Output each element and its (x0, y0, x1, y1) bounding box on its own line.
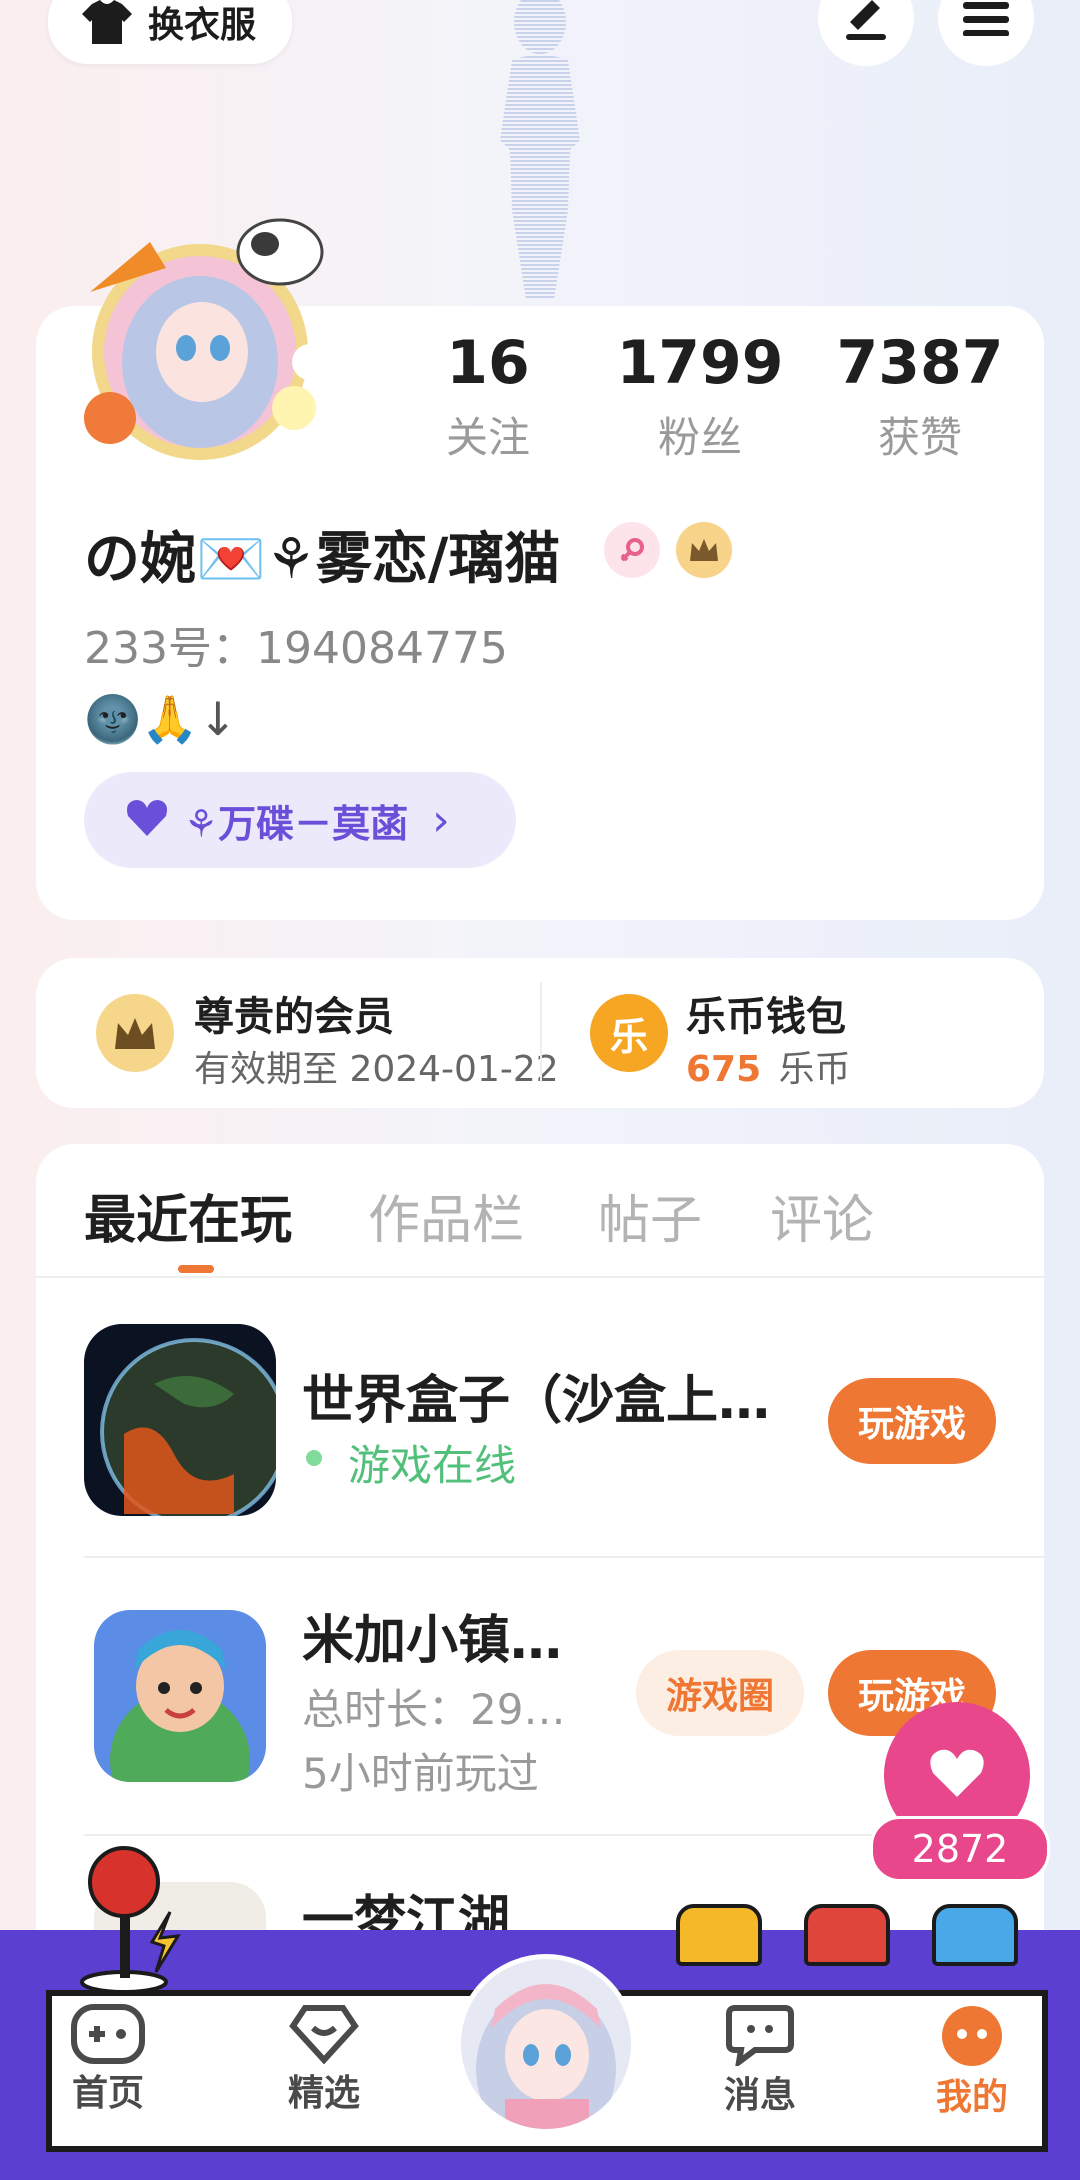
edit-button[interactable] (818, 0, 914, 66)
stat-followers-value[interactable]: 1799 (590, 328, 810, 398)
tab-comments[interactable]: 评论 (770, 1178, 874, 1253)
game-list-item[interactable]: 世界盒子（沙盒上… 游戏在线 玩游戏 (84, 1324, 1044, 1518)
nav-label-me: 我的 (935, 2077, 1008, 2118)
stat-likes-label: 获赞 (877, 413, 962, 462)
stat-following-value[interactable]: 16 (378, 328, 598, 398)
arcade-button-red-icon (804, 1904, 890, 1966)
game-circle-button[interactable]: 游戏圈 (636, 1650, 804, 1736)
game-icon-miga-town (94, 1610, 266, 1782)
wallet-section[interactable]: 乐 乐币钱包 675 乐币 (560, 958, 1040, 1108)
hamburger-menu-icon (963, 0, 1009, 40)
heart-icon (928, 1747, 986, 1803)
game-title: 米加小镇… (302, 1611, 563, 1671)
purple-heart-icon (124, 798, 170, 842)
stat-followers-label: 粉丝 (657, 413, 742, 462)
change-clothes-label: 换衣服 (148, 5, 257, 46)
heart-diamond-icon (254, 2004, 394, 2064)
vip-section[interactable]: 尊贵的会员 有效期至 2024-01-22 (36, 958, 559, 1108)
game-title: 世界盒子（沙盒上… (302, 1371, 771, 1431)
wallet-title: 乐币钱包 (686, 994, 846, 1040)
change-clothes-button[interactable]: 换衣服 (48, 0, 292, 64)
user-name: の婉💌⚘雾恋/璃猫 (84, 527, 561, 592)
section-divider (540, 982, 542, 1082)
female-badge-icon (604, 522, 660, 578)
arcade-joystick-icon (72, 1842, 182, 1994)
avatar-figure-silhouette (450, 0, 630, 300)
nav-item-featured[interactable]: 精选 (254, 2004, 394, 2116)
nav-label-home: 首页 (71, 2073, 144, 2114)
nav-label-featured: 精选 (287, 2073, 360, 2114)
nav-item-home[interactable]: 首页 (38, 2004, 178, 2116)
tabs-divider (36, 1276, 1044, 1278)
vip-expiry: 有效期至 2024-01-22 (194, 1049, 559, 1090)
game-duration: 总时长：29… (302, 1685, 566, 1734)
active-tab-indicator (178, 1265, 214, 1273)
game-last-played: 5小时前玩过 (302, 1749, 539, 1798)
tab-recent-play[interactable]: 最近在玩 (84, 1178, 292, 1253)
like-count-badge: 2872 (870, 1816, 1050, 1882)
fan-group-label: ⚘万碟－莫菡 (184, 801, 409, 846)
crown-badge-icon (676, 522, 732, 578)
profile-dots-icon (902, 2004, 1042, 2068)
nav-center-avatar[interactable] (456, 1954, 636, 2134)
crown-icon (96, 994, 174, 1072)
nav-label-messages: 消息 (723, 2075, 796, 2116)
user-bio: 🌚🙏↓ (84, 692, 238, 746)
chevron-right-icon: › (432, 794, 450, 846)
wallet-amount: 675 (686, 1049, 762, 1090)
list-divider (84, 1556, 1044, 1558)
wallet-balance: 675 乐币 (686, 1040, 851, 1092)
wallet-unit: 乐币 (778, 1049, 851, 1090)
play-game-button[interactable]: 玩游戏 (828, 1378, 996, 1464)
lebi-coin-text: 乐 (609, 1014, 648, 1059)
arcade-button-blue-icon (932, 1904, 1018, 1966)
stat-following-label: 关注 (445, 413, 530, 462)
gamepad-icon (38, 2004, 178, 2064)
stat-likes-value[interactable]: 7387 (810, 328, 1030, 398)
game-icon-worldbox (84, 1324, 276, 1516)
nav-item-me[interactable]: 我的 (902, 2004, 1042, 2120)
like-count: 2872 (911, 1827, 1009, 1871)
lebi-coin-icon: 乐 (590, 994, 668, 1072)
nav-item-messages[interactable]: 消息 (690, 2004, 830, 2118)
shirt-icon (82, 0, 132, 44)
arcade-button-yellow-icon (676, 1904, 762, 1966)
tab-posts[interactable]: 帖子 (598, 1178, 702, 1253)
user-id: 233号：194084775 (84, 623, 508, 674)
game-online-status: 游戏在线 (348, 1441, 517, 1490)
fan-group-tag[interactable]: ⚘万碟－莫菡 › (84, 772, 516, 868)
menu-button[interactable] (938, 0, 1034, 66)
tab-works[interactable]: 作品栏 (368, 1178, 524, 1253)
chat-bubble-icon (690, 2004, 830, 2066)
pencil-icon (842, 0, 890, 44)
avatar[interactable] (70, 212, 340, 472)
online-dot (306, 1450, 322, 1466)
vip-title: 尊贵的会员 (194, 994, 394, 1040)
